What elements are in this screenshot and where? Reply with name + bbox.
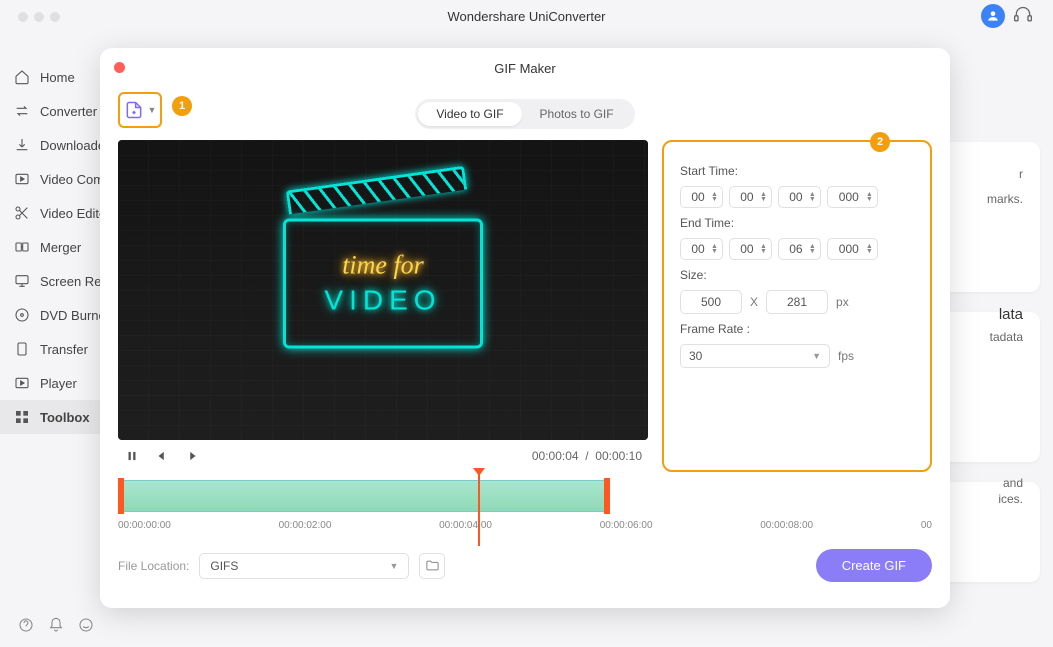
step-forward-button[interactable] — [184, 448, 200, 464]
bg-text: and — [1003, 476, 1023, 490]
preview-text: time for — [342, 251, 424, 281]
sidebar-item-player[interactable]: Player — [0, 366, 100, 400]
framerate-select[interactable]: 30▼ — [680, 344, 830, 368]
size-label: Size: — [680, 268, 914, 282]
bg-text: marks. — [987, 192, 1023, 206]
bg-text: ices. — [998, 492, 1023, 506]
app-title: Wondershare UniConverter — [448, 9, 606, 24]
sidebar-item-label: Downloader — [40, 138, 109, 153]
start-seconds-input[interactable]: 00▲▼ — [778, 186, 821, 208]
compress-icon — [14, 171, 30, 187]
support-icon[interactable] — [1013, 5, 1035, 27]
bg-text: tadata — [990, 330, 1023, 344]
scissors-icon — [14, 205, 30, 221]
disc-icon — [14, 307, 30, 323]
mode-tabs: Video to GIF Photos to GIF — [415, 99, 634, 129]
start-hours-input[interactable]: 00▲▼ — [680, 186, 723, 208]
sidebar: Home Converter Downloader Video Compress… — [0, 32, 100, 647]
file-location-label: File Location: — [118, 559, 189, 573]
convert-icon — [14, 103, 30, 119]
add-media-button[interactable]: ▼ — [118, 92, 162, 128]
height-input[interactable]: 281 — [766, 290, 828, 314]
sidebar-item-compressor[interactable]: Video Compressor — [0, 162, 100, 196]
timeline-clip[interactable] — [121, 480, 610, 512]
bg-text: r — [1019, 167, 1023, 181]
download-icon — [14, 137, 30, 153]
clip-end-handle[interactable] — [604, 478, 610, 514]
pause-button[interactable] — [124, 448, 140, 464]
end-seconds-input[interactable]: 06▲▼ — [778, 238, 821, 260]
chevron-down-icon: ▼ — [148, 105, 157, 115]
play-icon — [14, 375, 30, 391]
preview-text: VIDEO — [324, 285, 441, 317]
end-time-label: End Time: — [680, 216, 914, 230]
framerate-unit: fps — [838, 349, 854, 363]
settings-panel: 2 Start Time: 00▲▼ 00▲▼ 00▲▼ 000▲▼ End T… — [662, 140, 932, 472]
end-ms-input[interactable]: 000▲▼ — [827, 238, 878, 260]
bell-icon[interactable] — [48, 617, 64, 633]
sidebar-item-label: Converter — [40, 104, 97, 119]
open-folder-button[interactable] — [419, 553, 445, 579]
callout-badge: 1 — [172, 96, 192, 116]
sidebar-item-home[interactable]: Home — [0, 60, 100, 94]
start-minutes-input[interactable]: 00▲▼ — [729, 186, 772, 208]
gif-maker-modal: GIF Maker ▼ 1 Video to GIF Photos to GIF — [100, 48, 950, 608]
bg-text: lata — [999, 306, 1023, 323]
timeline-ruler: 00:00:00:00 00:00:02:00 00:00:04:00 00:0… — [118, 520, 932, 531]
close-button[interactable] — [114, 62, 125, 73]
sidebar-item-toolbox[interactable]: Toolbox — [0, 400, 100, 434]
size-x: X — [750, 295, 758, 309]
user-avatar[interactable] — [981, 4, 1005, 28]
screen-icon — [14, 273, 30, 289]
playback-time: 00:00:04 / 00:00:10 — [532, 449, 642, 463]
user-icon — [986, 9, 1000, 23]
sidebar-item-label: Transfer — [40, 342, 88, 357]
tab-video-to-gif[interactable]: Video to GIF — [418, 102, 521, 126]
end-minutes-input[interactable]: 00▲▼ — [729, 238, 772, 260]
file-location-select[interactable]: GIFS▼ — [199, 553, 409, 579]
transfer-icon — [14, 341, 30, 357]
framerate-label: Frame Rate : — [680, 322, 914, 336]
sidebar-item-label: Home — [40, 70, 75, 85]
clip-start-handle[interactable] — [118, 478, 124, 514]
sidebar-item-downloader[interactable]: Downloader — [0, 128, 100, 162]
start-ms-input[interactable]: 000▲▼ — [827, 186, 878, 208]
modal-title: GIF Maker — [494, 61, 555, 76]
sidebar-item-converter[interactable]: Converter — [0, 94, 100, 128]
window-controls[interactable] — [18, 12, 60, 22]
sidebar-item-recorder[interactable]: Screen Recorder — [0, 264, 100, 298]
playhead[interactable] — [478, 470, 480, 546]
sidebar-item-label: Merger — [40, 240, 81, 255]
grid-icon — [14, 409, 30, 425]
merge-icon — [14, 239, 30, 255]
help-icon[interactable] — [18, 617, 34, 633]
sidebar-item-merger[interactable]: Merger — [0, 230, 100, 264]
video-preview[interactable]: time for VIDEO — [118, 140, 648, 440]
home-icon — [14, 69, 30, 85]
end-hours-input[interactable]: 00▲▼ — [680, 238, 723, 260]
sidebar-item-label: Toolbox — [40, 410, 90, 425]
sidebar-item-label: Player — [40, 376, 77, 391]
timeline: 00:00:00:00 00:00:02:00 00:00:04:00 00:0… — [118, 478, 932, 531]
sidebar-item-dvd[interactable]: DVD Burner — [0, 298, 100, 332]
callout-badge: 2 — [870, 132, 890, 152]
start-time-label: Start Time: — [680, 164, 914, 178]
feedback-icon[interactable] — [78, 617, 94, 633]
tab-photos-to-gif[interactable]: Photos to GIF — [522, 102, 632, 126]
step-back-button[interactable] — [154, 448, 170, 464]
sidebar-item-transfer[interactable]: Transfer — [0, 332, 100, 366]
create-gif-button[interactable]: Create GIF — [816, 549, 932, 582]
size-unit: px — [836, 295, 849, 309]
add-file-icon — [124, 100, 144, 120]
width-input[interactable]: 500 — [680, 290, 742, 314]
sidebar-item-editor[interactable]: Video Editor — [0, 196, 100, 230]
